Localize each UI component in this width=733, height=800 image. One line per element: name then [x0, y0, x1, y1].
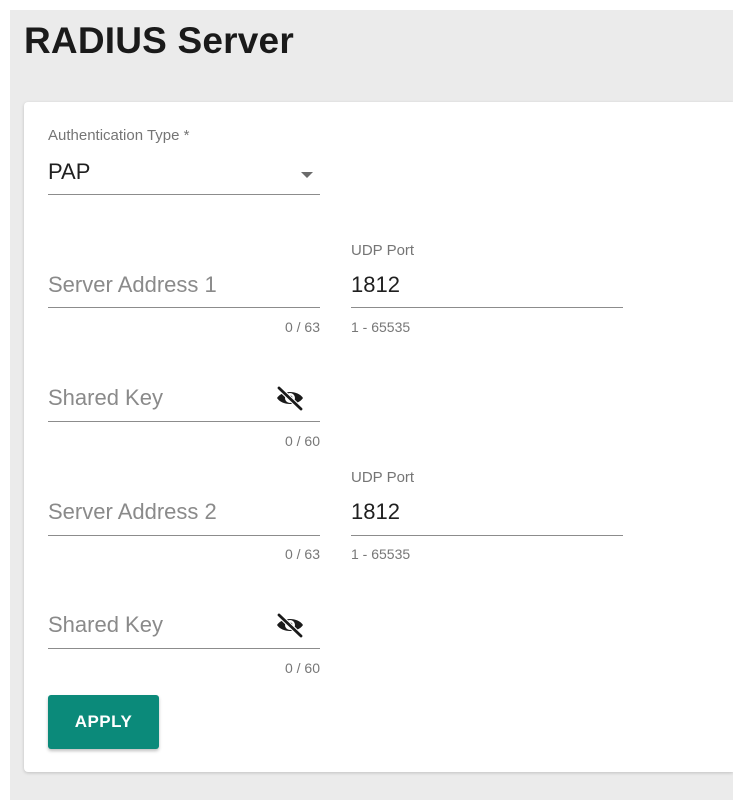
server-address-1-placeholder: Server Address 1	[48, 272, 217, 297]
shared-key-1-counter: 0 / 60	[284, 433, 320, 449]
shared-key-2-counter: 0 / 60	[284, 660, 320, 676]
authentication-type-underline	[48, 194, 320, 195]
server-address-2-counter: 0 / 63	[284, 546, 320, 562]
server-address-1-underline	[48, 307, 320, 308]
udp-port-1-label: UDP Port	[351, 242, 415, 259]
server-address-2-underline	[48, 535, 320, 536]
udp-port-2-underline	[351, 535, 623, 536]
udp-port-1-underline	[351, 307, 623, 308]
authentication-type-value: PAP	[48, 159, 91, 184]
shared-key-2-placeholder: Shared Key	[48, 612, 163, 637]
eye-off-icon[interactable]	[274, 612, 306, 639]
page-title: RADIUS Server	[24, 20, 294, 61]
authentication-type-label: Authentication Type *	[48, 127, 190, 144]
udp-port-2-label: UDP Port	[351, 469, 415, 486]
shared-key-2-underline	[48, 648, 320, 649]
chevron-down-icon[interactable]	[301, 172, 313, 178]
settings-card	[24, 102, 733, 772]
shared-key-1-underline	[48, 421, 320, 422]
server-address-2-placeholder: Server Address 2	[48, 499, 217, 524]
udp-port-1-value: 1812	[351, 272, 400, 297]
udp-port-2-hint: 1 - 65535	[351, 546, 411, 562]
shared-key-1-placeholder: Shared Key	[48, 385, 163, 410]
apply-button[interactable]: APPLY	[48, 695, 159, 749]
udp-port-2-value: 1812	[351, 499, 400, 524]
eye-off-icon[interactable]	[274, 385, 306, 412]
server-address-1-counter: 0 / 63	[284, 319, 320, 335]
udp-port-1-hint: 1 - 65535	[351, 319, 411, 335]
